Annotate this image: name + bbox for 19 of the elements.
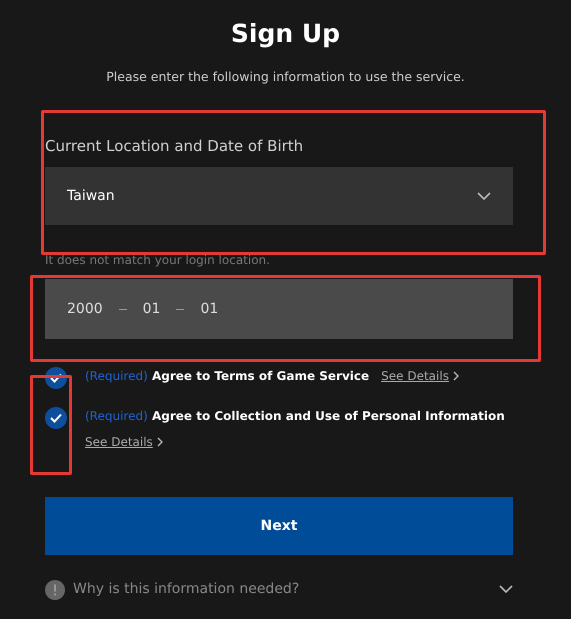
check-icon bbox=[50, 373, 62, 384]
subtitle: Please enter the following information to use the service. bbox=[106, 68, 465, 86]
birth-date-field[interactable]: 2000 01 01 bbox=[45, 279, 513, 340]
agreement-text: (Required) Agree to Terms of Game Service bbox=[85, 368, 370, 386]
see-details-link[interactable]: See Details bbox=[85, 433, 163, 452]
warning-text: It does not match your login location. bbox=[45, 252, 271, 270]
location-select[interactable]: Taiwan bbox=[45, 167, 513, 226]
next-button[interactable]: Next bbox=[45, 497, 513, 556]
chevron-right-icon bbox=[452, 371, 459, 382]
checkbox[interactable] bbox=[45, 407, 67, 430]
chevron-right-icon bbox=[156, 437, 163, 448]
info-icon bbox=[45, 580, 65, 600]
check-icon bbox=[50, 413, 62, 424]
see-details-link[interactable]: See Details bbox=[381, 367, 459, 386]
chevron-down-icon bbox=[477, 192, 491, 201]
agreement-text: (Required) Agree to Collection and Use of Personal Information bbox=[85, 408, 505, 426]
page-title: Sign Up bbox=[230, 18, 340, 50]
faq-row[interactable]: Why is this information needed? bbox=[45, 579, 513, 600]
field-label: Current Location and Date of Birth bbox=[45, 136, 304, 157]
